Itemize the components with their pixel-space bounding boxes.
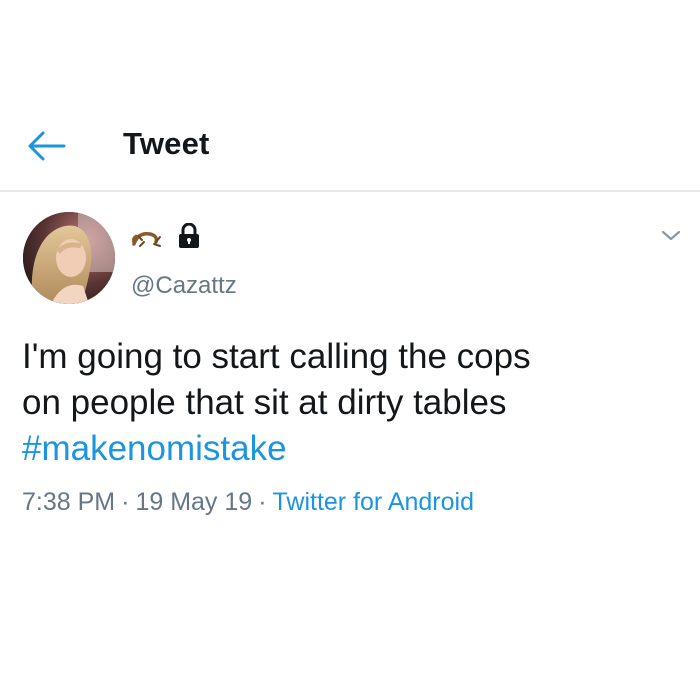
tweet-metadata: 7:38 PM · 19 May 19 · Twitter for Android (22, 488, 474, 517)
separator: · (121, 488, 130, 516)
hashtag-link[interactable]: #makenomistake (22, 426, 672, 472)
back-button[interactable] (24, 128, 68, 164)
tweet-source-link[interactable]: Twitter for Android (273, 488, 474, 516)
display-name[interactable] (130, 218, 200, 254)
tweet-text: I'm going to start calling the cops on p… (22, 334, 672, 472)
avatar-image (23, 212, 115, 304)
tweet-options-button[interactable] (659, 226, 683, 246)
avatar[interactable] (23, 212, 115, 304)
page-title: Tweet (123, 126, 210, 161)
tweet-text-line: on people that sit at dirty tables (22, 383, 507, 422)
tweet-detail-page: Tweet @Cazattz I'm going to start callin… (0, 0, 700, 700)
scorpion-icon (132, 231, 161, 247)
header-bar: Tweet (0, 0, 700, 192)
tweet-text-line: I'm going to start calling the cops (22, 337, 531, 376)
chevron-down-icon (661, 230, 681, 241)
arrow-left-icon (28, 131, 66, 161)
tweet-time[interactable]: 7:38 PM (22, 488, 115, 516)
user-handle[interactable]: @Cazattz (131, 272, 237, 300)
lock-icon (179, 223, 199, 248)
tweet-date[interactable]: 19 May 19 (135, 488, 252, 516)
separator: · (258, 488, 267, 516)
